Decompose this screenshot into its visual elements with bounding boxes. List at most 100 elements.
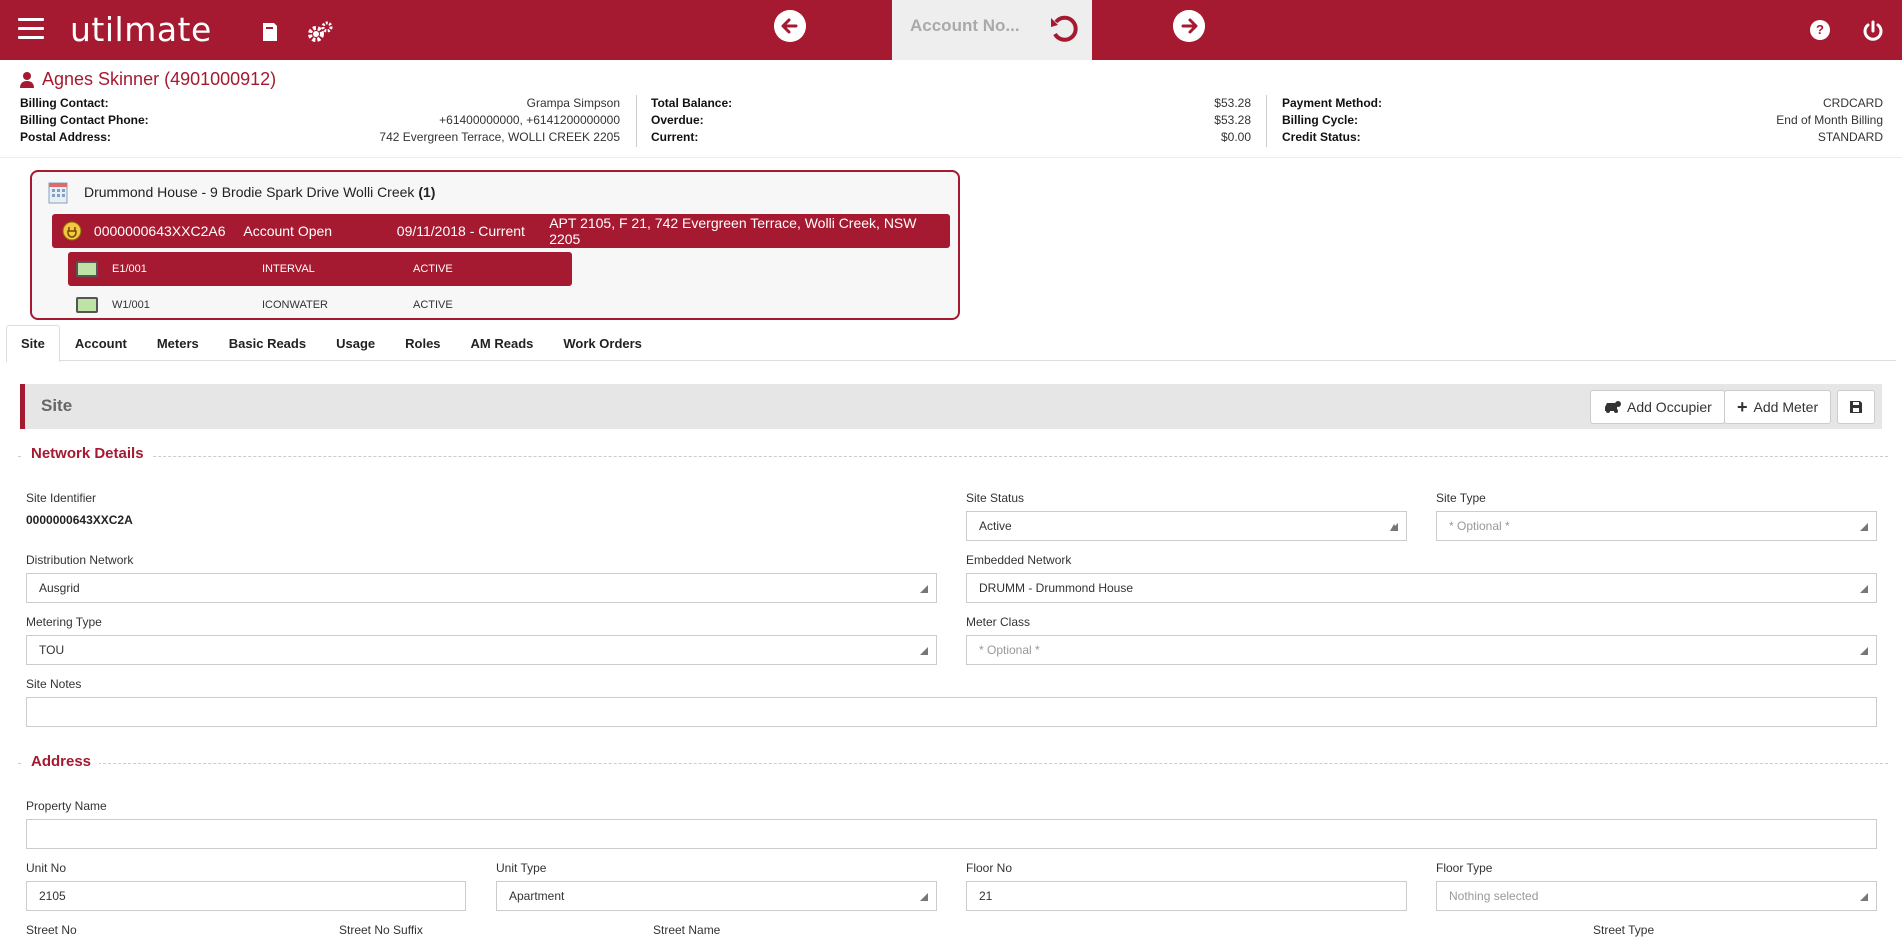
tab-account[interactable]: Account xyxy=(60,325,142,361)
floor-no-label: Floor No xyxy=(966,861,1013,875)
tree-meter-row[interactable]: W1/001 ICONWATER ACTIVE xyxy=(68,288,572,318)
car-icon xyxy=(1605,401,1621,413)
site-type-label: Site Type xyxy=(1436,491,1486,505)
tree-account-row[interactable]: 0000000643XXC2A6 Account Open 09/11/2018… xyxy=(52,214,950,248)
current-label: Current: xyxy=(651,130,699,144)
unit-type-select[interactable]: Apartment xyxy=(496,881,937,911)
app-logo[interactable]: utilmate xyxy=(70,10,212,49)
meter-class-label: Meter Class xyxy=(966,615,1031,629)
tab-basic-reads[interactable]: Basic Reads xyxy=(214,325,321,361)
payment-info: Payment Method: CRDCARD Billing Cycle: End… xyxy=(1282,95,1883,146)
customer-header: Agnes Skinner (4901000912) Billing Conta… xyxy=(0,60,1902,158)
add-meter-button[interactable]: + Add Meter xyxy=(1724,390,1832,424)
divider xyxy=(1266,95,1267,147)
tree-account-address: APT 2105, F 21, 742 Evergreen Terrace, W… xyxy=(549,215,917,247)
billing-contact-value: Grampa Simpson xyxy=(526,96,620,110)
property-name-label: Property Name xyxy=(26,799,107,813)
menu-icon[interactable] xyxy=(18,18,44,40)
meter-icon xyxy=(76,297,98,313)
site-notes-input[interactable] xyxy=(26,697,1877,727)
billing-info: Billing Contact: Grampa Simpson Billing C… xyxy=(20,95,620,146)
tab-bar: Site Account Meters Basic Reads Usage Ro… xyxy=(6,325,1896,362)
help-icon[interactable]: ? xyxy=(1810,20,1830,40)
tab-am-reads[interactable]: AM Reads xyxy=(456,325,549,361)
meter-id: E1/001 xyxy=(112,263,147,275)
dropdown-icon xyxy=(920,585,928,593)
tree-site-name: Drummond House - 9 Brodie Spark Drive Wo… xyxy=(84,184,415,200)
back-arrow-icon[interactable] xyxy=(774,10,806,42)
tab-site[interactable]: Site xyxy=(6,325,60,362)
account-search-input[interactable] xyxy=(910,14,1040,38)
panel-title: Site xyxy=(41,396,73,415)
current-value: $0.00 xyxy=(1220,130,1251,144)
overdue-label: Overdue: xyxy=(651,113,704,127)
tab-meters[interactable]: Meters xyxy=(142,325,214,361)
site-status-value: Active xyxy=(979,519,1012,533)
tab-work-orders[interactable]: Work Orders xyxy=(548,325,657,361)
tree-meter-row[interactable]: E1/001 INTERVAL ACTIVE xyxy=(68,252,572,286)
customer-title[interactable]: Agnes Skinner (4901000912) xyxy=(20,69,276,90)
meter-class-select[interactable]: * Optional * xyxy=(966,635,1877,665)
meter-class-value: * Optional * xyxy=(979,643,1040,657)
gears-icon[interactable] xyxy=(306,20,334,44)
distribution-network-label: Distribution Network xyxy=(26,553,134,567)
unit-type-label: Unit Type xyxy=(496,861,547,875)
dropdown-icon xyxy=(1860,647,1868,655)
site-notes-label: Site Notes xyxy=(26,677,82,691)
dropdown-icon xyxy=(1860,523,1868,531)
payment-method-label: Payment Method: xyxy=(1282,96,1383,110)
section-divider xyxy=(18,763,1888,764)
distribution-network-select[interactable]: Ausgrid xyxy=(26,573,937,603)
postal-address-value: 742 Evergreen Terrace, WOLLI CREEK 2205 xyxy=(379,130,620,144)
power-icon[interactable] xyxy=(1862,20,1884,42)
site-status-select[interactable]: Active xyxy=(966,511,1407,541)
section-divider xyxy=(18,456,1888,457)
add-occupier-button[interactable]: Add Occupier xyxy=(1590,390,1725,424)
metering-type-value: TOU xyxy=(39,643,65,657)
property-name-input[interactable] xyxy=(26,819,1877,849)
save-icon xyxy=(1850,401,1862,413)
site-status-label: Site Status xyxy=(966,491,1025,505)
embedded-network-value: DRUMM - Drummond House xyxy=(979,581,1134,595)
electricity-plug-icon xyxy=(62,221,82,241)
tree-account-period: 09/11/2018 - Current xyxy=(396,223,525,239)
divider xyxy=(636,95,637,147)
meter-id: W1/001 xyxy=(112,299,150,311)
add-occupier-label: Add Occupier xyxy=(1627,399,1712,415)
tab-usage[interactable]: Usage xyxy=(321,325,390,361)
meter-status: ACTIVE xyxy=(413,299,453,311)
tree-site-count: (1) xyxy=(418,184,436,200)
metering-type-select[interactable]: TOU xyxy=(26,635,937,665)
embedded-network-select[interactable]: DRUMM - Drummond House xyxy=(966,573,1877,603)
account-search xyxy=(892,0,1092,60)
street-type-label: Street Type xyxy=(1593,923,1655,937)
meter-type: INTERVAL xyxy=(262,263,315,275)
unit-no-input[interactable]: 2105 xyxy=(26,881,466,911)
billing-phone-label: Billing Contact Phone: xyxy=(20,113,149,127)
floor-type-select[interactable]: Nothing selected xyxy=(1436,881,1877,911)
street-no-suffix-label: Street No Suffix xyxy=(339,923,423,937)
tree-site-node[interactable]: Drummond House - 9 Brodie Spark Drive Wo… xyxy=(46,180,435,204)
network-details-heading: Network Details xyxy=(23,445,152,462)
dropdown-icon xyxy=(1390,523,1398,531)
dropdown-icon xyxy=(920,647,928,655)
site-type-select[interactable]: * Optional * xyxy=(1436,511,1877,541)
book-icon[interactable] xyxy=(258,20,282,44)
floor-type-value: Nothing selected xyxy=(1449,889,1539,903)
address-heading: Address xyxy=(23,753,100,770)
credit-status-label: Credit Status: xyxy=(1282,130,1361,144)
site-identifier-value: 0000000643XXC2A xyxy=(26,513,133,527)
floor-no-input[interactable]: 21 xyxy=(966,881,1407,911)
tree-account-status: Account Open xyxy=(243,223,333,239)
site-panel-header: Site Add Occupier + Add Meter xyxy=(20,384,1882,429)
add-meter-label: Add Meter xyxy=(1753,399,1819,415)
balance-info: Total Balance: $53.28 Overdue: $53.28 Curr… xyxy=(651,95,1251,146)
billing-cycle-label: Billing Cycle: xyxy=(1282,113,1359,127)
tab-roles[interactable]: Roles xyxy=(390,325,455,361)
forward-arrow-icon[interactable] xyxy=(1173,10,1205,42)
reset-icon[interactable] xyxy=(1047,12,1081,46)
account-tree: Drummond House - 9 Brodie Spark Drive Wo… xyxy=(30,170,960,320)
top-bar: utilmate ? xyxy=(0,0,1902,60)
save-button[interactable] xyxy=(1837,390,1875,424)
unit-type-value: Apartment xyxy=(509,889,565,903)
